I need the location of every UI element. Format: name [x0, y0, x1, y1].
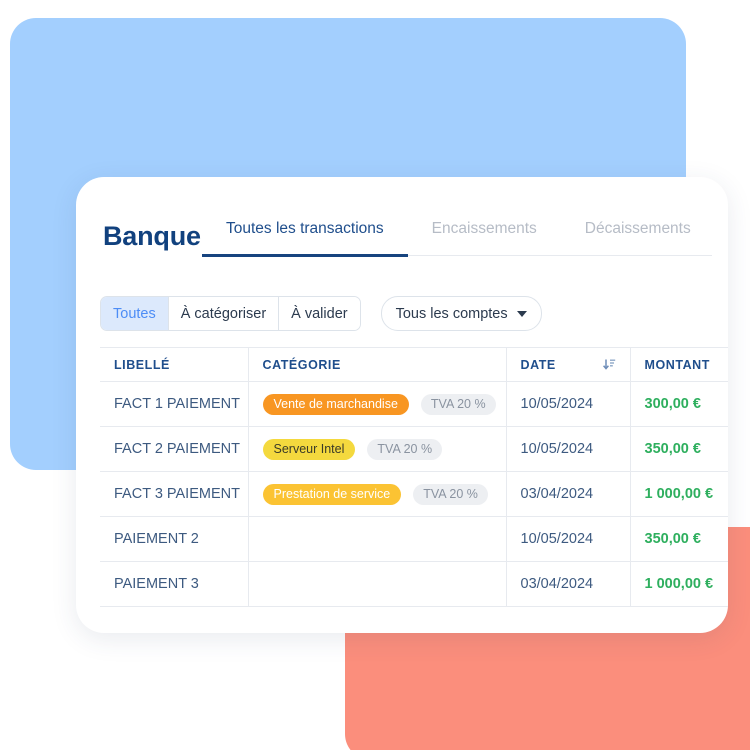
- cell-categorie: [248, 516, 507, 562]
- cell-date: 10/05/2024: [506, 426, 631, 472]
- category-tag[interactable]: Vente de marchandise: [262, 393, 409, 415]
- vat-badge: TVA 20 %: [367, 438, 443, 460]
- cell-libelle: PAIEMENT 2: [100, 516, 249, 562]
- filter-button-a-categoriser[interactable]: À catégoriser: [168, 297, 280, 330]
- cell-date: 03/04/2024: [506, 471, 631, 517]
- cell-categorie: Prestation de service TVA 20 %: [248, 471, 507, 517]
- tab-label: Toutes les transactions: [226, 220, 384, 237]
- amount-value: 350,00 €: [644, 531, 701, 547]
- table-header-row: LIBELLÉ CATÉGORIE DATE MONTANT: [100, 347, 728, 382]
- card-header: Banque Toutes les transactions Encaissem…: [76, 177, 728, 261]
- tab-label: Décaissements: [584, 220, 691, 237]
- cell-categorie: Serveur Intel TVA 20 %: [248, 426, 507, 472]
- cell-libelle: FACT 2 PAIEMENT: [100, 426, 249, 472]
- table-head: LIBELLÉ CATÉGORIE DATE MONTANT: [100, 347, 728, 382]
- table-row[interactable]: PAIEMENT 2 10/05/2024 350,00 €: [100, 516, 728, 562]
- cell-categorie: [248, 561, 507, 607]
- column-header-libelle[interactable]: LIBELLÉ: [100, 347, 249, 382]
- transactions-table-container: LIBELLÉ CATÉGORIE DATE MONTANT FACT 1 PA…: [100, 347, 728, 607]
- chevron-down-icon: [516, 310, 527, 317]
- cell-libelle: FACT 3 PAIEMENT: [100, 471, 249, 517]
- account-select-label: Tous les comptes: [395, 305, 508, 322]
- column-header-categorie[interactable]: CATÉGORIE: [248, 347, 507, 382]
- cell-montant: 1 000,00 €: [630, 561, 728, 607]
- cell-libelle: PAIEMENT 3: [100, 561, 249, 607]
- cell-montant: 300,00 €: [630, 381, 728, 427]
- status-filter-group: Toutes À catégoriser À valider: [100, 296, 361, 331]
- tab-label: Encaissements: [431, 220, 537, 237]
- category-tag[interactable]: Serveur Intel: [262, 438, 356, 460]
- table-body: FACT 1 PAIEMENT Vente de marchandise TVA…: [100, 381, 728, 607]
- amount-value: 1 000,00 €: [644, 576, 714, 592]
- tab-bar: Toutes les transactions Encaissements Dé…: [202, 221, 715, 257]
- table-row[interactable]: FACT 3 PAIEMENT Prestation de service TV…: [100, 471, 728, 517]
- screenshot-stage: Banque Toutes les transactions Encaissem…: [0, 0, 750, 750]
- column-header-date-label: DATE: [520, 357, 556, 372]
- cell-date: 03/04/2024: [506, 561, 631, 607]
- cell-date: 10/05/2024: [506, 516, 631, 562]
- cell-montant: 350,00 €: [630, 426, 728, 472]
- tab-toutes-les-transactions[interactable]: Toutes les transactions: [202, 221, 408, 257]
- table-row[interactable]: FACT 2 PAIEMENT Serveur Intel TVA 20 % 1…: [100, 426, 728, 472]
- cell-libelle: FACT 1 PAIEMENT: [100, 381, 249, 427]
- amount-value: 350,00 €: [644, 441, 701, 457]
- tab-decaissements[interactable]: Décaissements: [561, 221, 715, 257]
- cell-montant: 350,00 €: [630, 516, 728, 562]
- category-tag[interactable]: Prestation de service: [262, 483, 402, 505]
- amount-value: 300,00 €: [644, 396, 701, 412]
- tab-encaissements[interactable]: Encaissements: [408, 221, 561, 257]
- column-header-montant[interactable]: MONTANT: [630, 347, 728, 382]
- vat-badge: TVA 20 %: [413, 483, 488, 505]
- filter-button-a-valider[interactable]: À valider: [279, 297, 360, 330]
- sort-descending-icon[interactable]: [602, 358, 616, 371]
- table-row[interactable]: FACT 1 PAIEMENT Vente de marchandise TVA…: [100, 381, 728, 427]
- bank-transactions-card: Banque Toutes les transactions Encaissem…: [76, 177, 728, 633]
- account-select[interactable]: Tous les comptes: [380, 296, 542, 331]
- amount-value: 1 000,00 €: [644, 486, 714, 502]
- cell-montant: 1 000,00 €: [630, 471, 728, 517]
- transactions-table: LIBELLÉ CATÉGORIE DATE MONTANT FACT 1 PA…: [100, 347, 728, 607]
- cell-categorie: Vente de marchandise TVA 20 %: [248, 381, 507, 427]
- table-row[interactable]: PAIEMENT 3 03/04/2024 1 000,00 €: [100, 561, 728, 607]
- filter-button-toutes[interactable]: Toutes: [101, 297, 169, 330]
- column-header-date[interactable]: DATE: [506, 347, 631, 382]
- vat-badge: TVA 20 %: [420, 393, 496, 415]
- filter-bar: Toutes À catégoriser À valider Tous les …: [100, 296, 542, 331]
- page-title: Banque: [103, 221, 201, 251]
- cell-date: 10/05/2024: [506, 381, 631, 427]
